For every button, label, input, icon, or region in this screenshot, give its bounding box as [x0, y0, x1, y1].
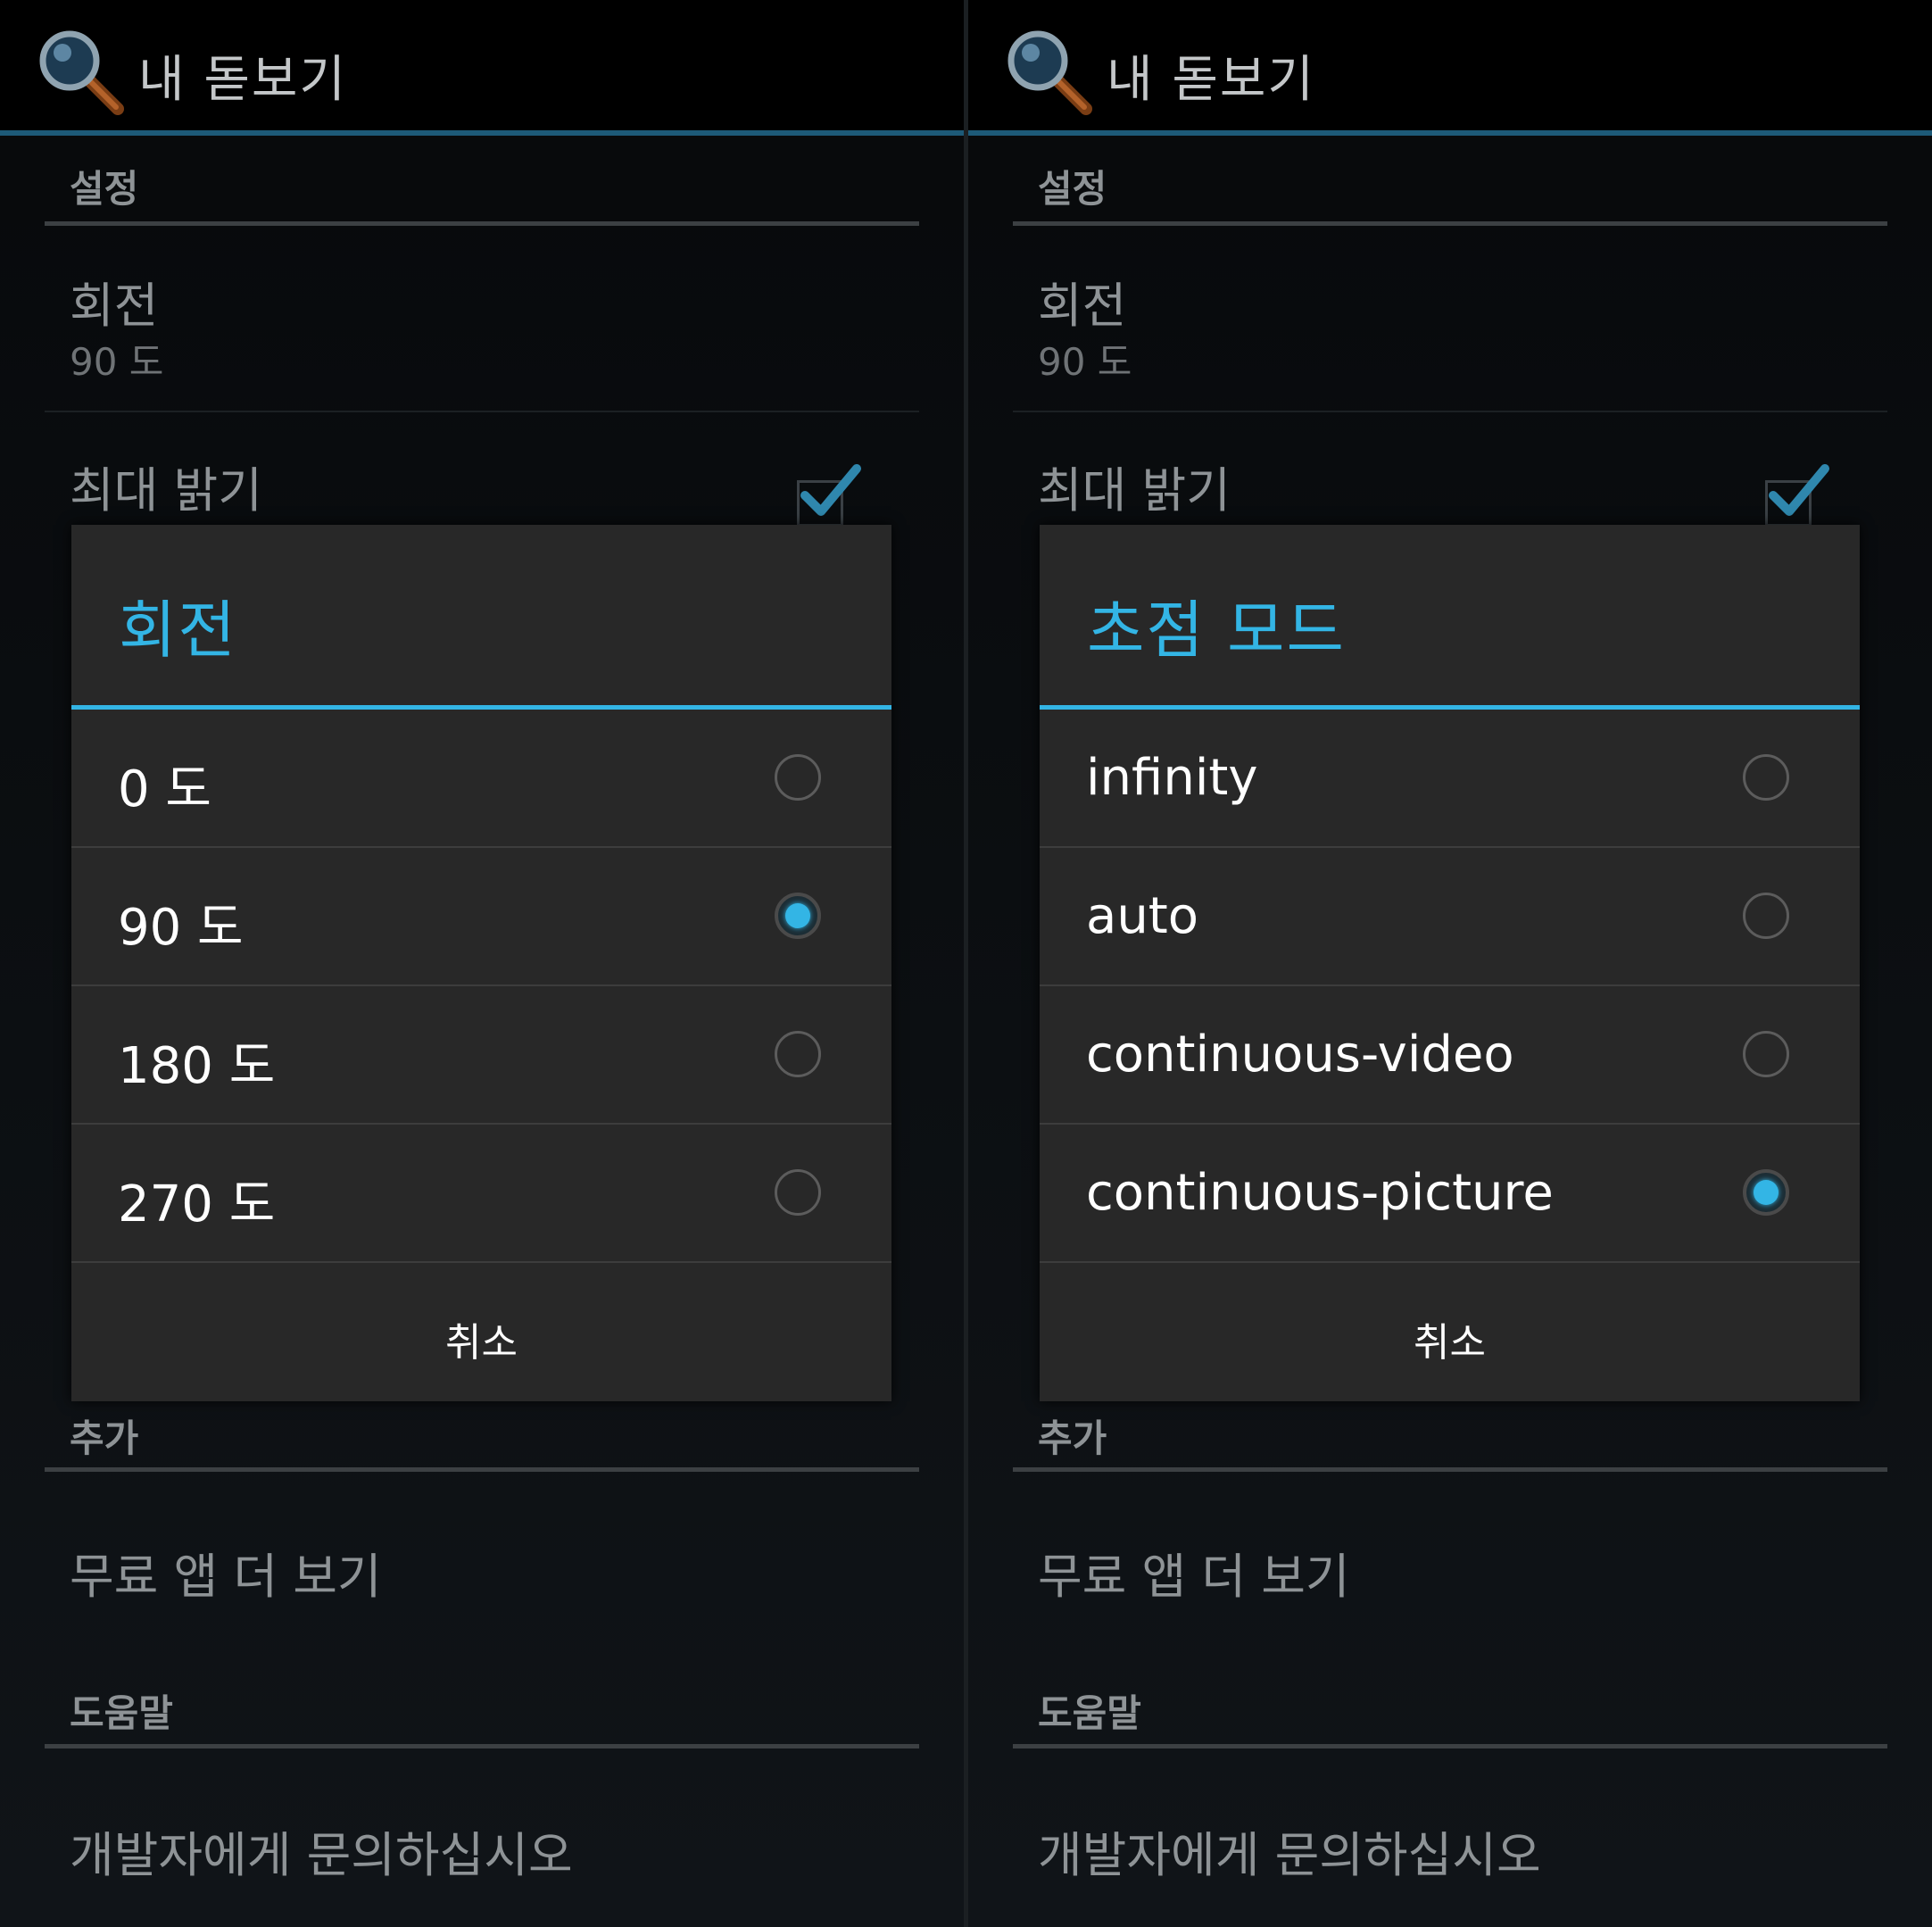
checkmark-icon	[800, 464, 861, 516]
radio-button-selected[interactable]	[775, 893, 821, 939]
list-divider	[45, 411, 919, 412]
cancel-button[interactable]: 취소	[1040, 1264, 1860, 1401]
radio-button[interactable]	[1743, 893, 1789, 939]
option-label: infinity	[1086, 749, 1258, 807]
section-divider	[45, 221, 919, 226]
magnifier-icon	[39, 30, 124, 115]
radio-button-selected[interactable]	[1743, 1169, 1789, 1216]
max-brightness-title[interactable]: 최대 밝기	[1038, 451, 1231, 521]
magnifier-icon	[1007, 30, 1092, 115]
option-label: 0 도	[118, 760, 211, 818]
option-0-degrees[interactable]: 0 도	[71, 710, 891, 848]
max-brightness-checkbox[interactable]	[797, 464, 861, 527]
option-label: 270 도	[118, 1175, 276, 1233]
section-divider	[1013, 1744, 1887, 1748]
option-label: continuous-picture	[1086, 1164, 1554, 1222]
list-divider	[1013, 411, 1887, 412]
extra-header: 추가	[1038, 1416, 1107, 1460]
contact-developer-item[interactable]: 개발자에게 문의하십시오	[1038, 1815, 1541, 1886]
rotation-preference-title[interactable]: 회전	[1038, 266, 1126, 336]
option-continuous-picture[interactable]: continuous-picture	[1040, 1125, 1860, 1263]
option-270-degrees[interactable]: 270 도	[71, 1125, 891, 1263]
cancel-label: 취소	[1414, 1320, 1486, 1366]
section-divider	[45, 1744, 919, 1748]
option-label: 180 도	[118, 1037, 276, 1095]
option-label: continuous-video	[1086, 1026, 1514, 1084]
dialog-title: 초점 모드	[1087, 594, 1346, 667]
option-180-degrees[interactable]: 180 도	[71, 986, 891, 1125]
cancel-button[interactable]: 취소	[71, 1264, 891, 1401]
section-divider	[1013, 1467, 1887, 1472]
help-header: 도움말	[70, 1691, 173, 1735]
screen-focus-mode-dialog: 내 돋보기 설정 회전 90 도 최대 밝기 추가 무료 앱 더 보기 도움말 …	[968, 0, 1932, 1927]
section-divider	[45, 1467, 919, 1472]
more-free-apps-item[interactable]: 무료 앱 더 보기	[70, 1537, 382, 1607]
action-bar: 내 돋보기	[968, 0, 1932, 136]
option-infinity[interactable]: infinity	[1040, 710, 1860, 848]
screen-rotation-dialog: 내 돋보기 설정 회전 90 도 최대 밝기 추가 무료 앱 더 보기 도움말 …	[0, 0, 964, 1927]
settings-header: 설정	[1038, 167, 1107, 211]
option-auto[interactable]: auto	[1040, 848, 1860, 986]
more-free-apps-item[interactable]: 무료 앱 더 보기	[1038, 1537, 1350, 1607]
radio-button[interactable]	[775, 754, 821, 801]
radio-button[interactable]	[1743, 754, 1789, 801]
max-brightness-title[interactable]: 최대 밝기	[70, 451, 262, 521]
radio-button[interactable]	[775, 1169, 821, 1216]
settings-header: 설정	[70, 167, 139, 211]
extra-header: 추가	[70, 1416, 139, 1460]
cancel-label: 취소	[445, 1320, 518, 1366]
action-bar: 내 돋보기	[0, 0, 964, 136]
rotation-preference-summary: 90 도	[1038, 340, 1132, 384]
focus-mode-dialog: 초점 모드 infinity auto continuous-video con…	[1040, 525, 1860, 1401]
option-continuous-video[interactable]: continuous-video	[1040, 986, 1860, 1125]
rotation-dialog: 회전 0 도 90 도 180 도 270 도 취소	[71, 525, 891, 1401]
option-90-degrees[interactable]: 90 도	[71, 848, 891, 986]
rotation-preference-title[interactable]: 회전	[70, 266, 158, 336]
help-header: 도움말	[1038, 1691, 1141, 1735]
rotation-preference-summary: 90 도	[70, 340, 164, 384]
option-label: auto	[1086, 887, 1199, 945]
max-brightness-checkbox[interactable]	[1765, 464, 1829, 527]
option-label: 90 도	[118, 899, 244, 957]
section-divider	[1013, 221, 1887, 226]
dialog-title: 회전	[119, 594, 237, 667]
contact-developer-item[interactable]: 개발자에게 문의하십시오	[70, 1815, 573, 1886]
radio-button[interactable]	[775, 1031, 821, 1077]
checkmark-icon	[1769, 464, 1829, 516]
app-title: 내 돋보기	[1107, 51, 1315, 109]
radio-button[interactable]	[1743, 1031, 1789, 1077]
app-title: 내 돋보기	[138, 51, 347, 109]
